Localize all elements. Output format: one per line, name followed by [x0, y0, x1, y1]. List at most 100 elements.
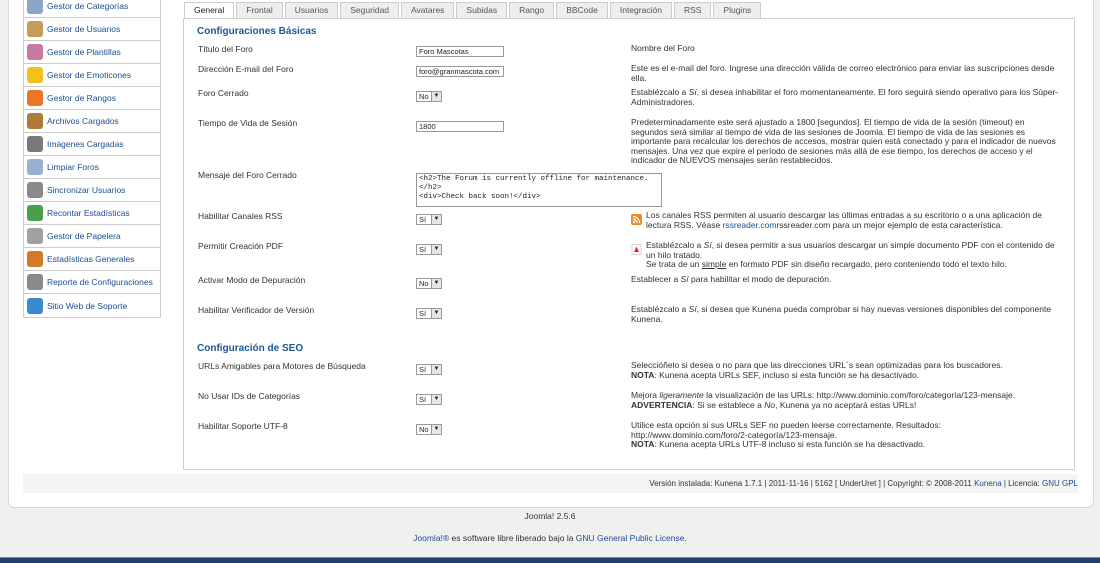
- forum-title-label: Título del Foro: [198, 44, 253, 54]
- sidebar-item-support[interactable]: Sitio Web de Soporte: [24, 294, 160, 317]
- forum-closed-desc: Establézcalo a Sí, si desea inhabilitar …: [631, 87, 1059, 107]
- rss-value: Sí: [419, 215, 427, 224]
- gpl-link[interactable]: GNU GPL: [1042, 479, 1078, 488]
- version-check-label: Habilitar Verificador de Versión: [198, 305, 315, 315]
- sync-users-icon: [27, 182, 43, 198]
- pdf-label: Permitir Creación PDF: [198, 241, 284, 251]
- sidebar-item-users[interactable]: Gestor de Usuarios: [24, 18, 160, 41]
- tab-subidas[interactable]: Subidas: [456, 2, 508, 18]
- files-icon: [27, 113, 43, 129]
- tab-usuarios[interactable]: Usuarios: [284, 2, 339, 18]
- pdf-desc: Establézcalo a Sí, si desea permitir a s…: [646, 240, 1055, 269]
- forum-email-label: Dirección E-mail del Foro: [198, 64, 294, 74]
- sidebar-item-templates[interactable]: Gestor de Plantillas: [24, 41, 160, 64]
- sidebar-item-label: Limpiar Foros: [47, 162, 99, 172]
- rss-desc: Los canales RSS permiten al usuario desc…: [646, 210, 1042, 230]
- kunena-version-bar: Versión instalada: Kunena 1.7.1 | 2011-1…: [23, 474, 1078, 493]
- debug-desc: Establecer a Sí para habilitar el modo d…: [631, 274, 832, 284]
- chevron-down-icon: ▼: [431, 309, 441, 318]
- session-time-label: Tiempo de Vida de Sesión: [198, 118, 298, 128]
- session-time-input[interactable]: 1800: [416, 121, 504, 132]
- forum-email-input[interactable]: foro@granmascota.com: [416, 66, 504, 77]
- sidebar-item-label: Reporte de Configuraciones: [47, 277, 153, 287]
- sidebar-item-label: Gestor de Categorías: [47, 1, 129, 11]
- pdf-select[interactable]: Sí ▼: [416, 244, 442, 255]
- smiley-icon: [27, 67, 43, 83]
- tab-seguridad[interactable]: Seguridad: [340, 2, 400, 18]
- sidebar-item-report[interactable]: Reporte de Configuraciones: [24, 271, 160, 294]
- tab-plugins[interactable]: Plugins: [713, 2, 762, 18]
- sidebar-item-label: Archivos Cargados: [47, 116, 119, 126]
- sidebar-item-label: Recontar Estadísticas: [47, 208, 130, 218]
- sef-select[interactable]: Sí ▼: [416, 364, 442, 375]
- no-cat-ids-label: No Usar IDs de Categorías: [198, 391, 301, 401]
- chevron-down-icon: ▼: [431, 425, 441, 434]
- sidebar-item-star[interactable]: Gestor de Rangos: [24, 87, 160, 110]
- sef-desc: Seleccióñelo si desea o no para que las …: [631, 360, 1003, 380]
- tab-bbcode[interactable]: BBCode: [556, 2, 608, 18]
- joomla-link[interactable]: Joomla!®: [413, 533, 449, 543]
- pdf-value: Sí: [419, 245, 427, 254]
- debug-select[interactable]: No ▼: [416, 278, 442, 289]
- chevron-down-icon: ▼: [431, 245, 441, 254]
- sidebar-item-label: Gestor de Rangos: [47, 93, 116, 103]
- chevron-down-icon: ▼: [431, 92, 441, 101]
- sidebar-item-sync-users[interactable]: Sincronizar Usuarios: [24, 179, 160, 202]
- rss-label: Habilitar Canales RSS: [198, 211, 283, 221]
- joomla-version: Joomla! 2.5.6: [524, 511, 576, 521]
- chevron-down-icon: ▼: [431, 215, 441, 224]
- no-cat-ids-value: Sí: [419, 395, 427, 404]
- tab-rss[interactable]: RSS: [673, 2, 712, 18]
- sidebar-item-label: Gestor de Plantillas: [47, 47, 121, 57]
- recount-icon: [27, 205, 43, 221]
- debug-value: No: [419, 279, 429, 288]
- chevron-down-icon: ▼: [431, 395, 441, 404]
- config-tabs: General Frontal Usuarios Seguridad Avatares S…: [184, 2, 762, 19]
- no-cat-ids-desc: Mejora ligeramente la visualización de l…: [631, 390, 1016, 410]
- forum-closed-select[interactable]: No ▼: [416, 91, 442, 102]
- rssreader-link[interactable]: rssreader.com: [723, 220, 777, 230]
- stats-icon: [27, 251, 43, 267]
- tab-general[interactable]: General: [184, 2, 235, 19]
- tab-avatares[interactable]: Avatares: [401, 2, 455, 18]
- images-icon: [27, 136, 43, 152]
- sidebar-item-stats[interactable]: Estadísticas Generales: [24, 248, 160, 271]
- utf8-value: No: [419, 425, 429, 434]
- version-check-select[interactable]: Sí ▼: [416, 308, 442, 319]
- os-taskbar: [0, 557, 1100, 563]
- utf8-desc: Utilice esta opción si sus URLs SEF no p…: [631, 420, 941, 449]
- no-cat-ids-select[interactable]: Sí ▼: [416, 394, 442, 405]
- trash-icon: [27, 228, 43, 244]
- sidebar-item-trash[interactable]: Gestor de Papelera: [24, 225, 160, 248]
- sidebar-item-label: Estadísticas Generales: [47, 254, 135, 264]
- version-check-desc: Establézcalo a Sí, si desea que Kunena p…: [631, 304, 1052, 324]
- section-basic-title: Configuraciones Básicas: [197, 26, 317, 37]
- utf8-select[interactable]: No ▼: [416, 424, 442, 435]
- tab-rango[interactable]: Rango: [509, 2, 555, 18]
- tab-integraci-n[interactable]: Integración: [609, 2, 672, 18]
- kunena-link[interactable]: Kunena: [974, 479, 1002, 488]
- sidebar-item-images[interactable]: Imágenes Cargadas: [24, 133, 160, 156]
- sidebar-item-categories[interactable]: Gestor de Categorías: [24, 0, 160, 18]
- forum-email-desc: Este es el e-mail del foro. Ingrese una …: [631, 63, 1055, 83]
- forum-title-input[interactable]: Foro Mascotas: [416, 46, 504, 57]
- sidebar-item-label: Gestor de Usuarios: [47, 24, 121, 34]
- chevron-down-icon: ▼: [431, 365, 441, 374]
- sidebar-item-recount[interactable]: Recontar Estadísticas: [24, 202, 160, 225]
- chevron-down-icon: ▼: [431, 279, 441, 288]
- utf8-label: Habilitar Soporte UTF-8: [198, 421, 288, 431]
- report-icon: [27, 274, 43, 290]
- sidebar-item-files[interactable]: Archivos Cargados: [24, 110, 160, 133]
- gpl-license-link[interactable]: GNU General Public License: [576, 533, 685, 543]
- joomla-license: Joomla!® es software libre liberado bajo…: [413, 533, 687, 543]
- sidebar-item-smiley[interactable]: Gestor de Emoticones: [24, 64, 160, 87]
- closed-msg-textarea[interactable]: <h2>The Forum is currently offline for m…: [416, 173, 662, 207]
- session-time-desc: Predeterminadamente este será ajustado a…: [631, 117, 1056, 165]
- users-icon: [27, 21, 43, 37]
- tab-frontal[interactable]: Frontal: [236, 2, 283, 18]
- pdf-icon: [631, 244, 642, 255]
- rss-select[interactable]: Sí ▼: [416, 214, 442, 225]
- sef-label: URLs Amigables para Motores de Búsqueda: [198, 361, 366, 371]
- sidebar-item-clean[interactable]: Limpiar Foros: [24, 156, 160, 179]
- version-check-value: Sí: [419, 309, 427, 318]
